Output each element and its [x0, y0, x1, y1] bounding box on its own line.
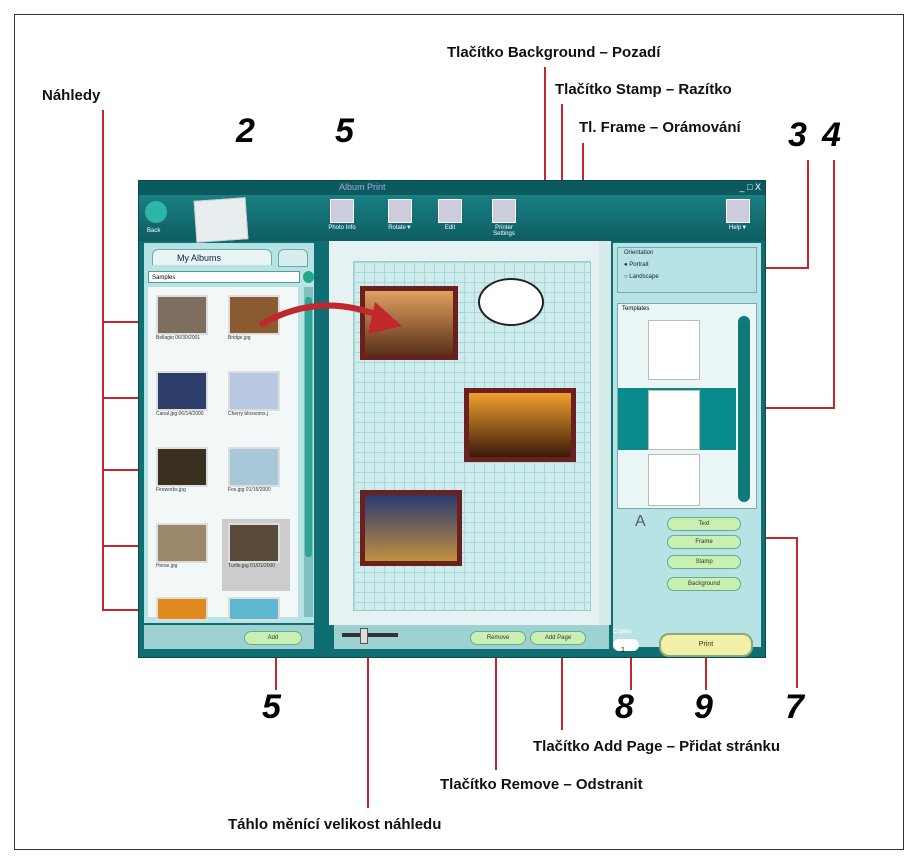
slider-handle[interactable] [360, 628, 368, 644]
add-button[interactable]: Add [244, 631, 302, 645]
left-bottom-bar: Add [144, 625, 314, 649]
help-icon [726, 199, 750, 223]
frame-button[interactable]: Frame [667, 535, 741, 549]
marker-7: 7 [785, 688, 804, 726]
remove-button[interactable]: Remove [470, 631, 526, 645]
templates-group: Templates [617, 303, 757, 509]
stamp-button[interactable]: Stamp [667, 555, 741, 569]
marker-9: 9 [694, 688, 713, 726]
window-controls[interactable]: _ □ X [740, 182, 761, 192]
thumbnail-item[interactable]: Cherry blossoms.j [222, 367, 290, 439]
photo-info-icon [330, 199, 354, 223]
album-select[interactable]: Samples [148, 271, 300, 283]
template-item[interactable] [648, 454, 700, 506]
template-item[interactable] [648, 390, 700, 450]
thumbnail-size-slider[interactable] [342, 633, 398, 637]
app-window: Album Print _ □ X Back Photo Info Rotate… [138, 180, 766, 658]
templates-title: Templates [622, 306, 650, 312]
photo-sunset[interactable] [464, 388, 576, 462]
print-button[interactable]: Print [659, 633, 753, 657]
text-button[interactable]: Text [667, 517, 741, 531]
callout-frame: Tl. Frame – Orámování [579, 119, 741, 136]
photo-info-button[interactable]: Photo Info [327, 199, 357, 231]
printer-settings-icon [492, 199, 516, 223]
marker-5-top: 5 [335, 112, 354, 150]
thumbnail-item[interactable]: Bellagio 06/30/2001 [150, 291, 218, 363]
printer-settings-button[interactable]: Printer Settings [489, 199, 519, 237]
callout-background: Tlačítko Background – Pozadí [447, 44, 661, 61]
template-scrollbar[interactable] [738, 316, 750, 502]
thumbnail-item[interactable]: Canal.jpg 06/14/2000 [150, 367, 218, 439]
help-button[interactable]: Help▼ [723, 199, 753, 231]
album-print-icon [193, 197, 249, 243]
thumbnail-item[interactable] [150, 593, 218, 621]
marker-3: 3 [788, 116, 807, 154]
photo-canal[interactable] [360, 490, 462, 566]
callout-add-page: Tlačítko Add Page – Přidat stránku [533, 738, 781, 755]
title-bar: Album Print _ □ X [139, 181, 765, 195]
drag-arrow-icon [258, 302, 402, 334]
text-icon: A [635, 513, 646, 530]
thumbnail-item[interactable]: Turtle.jpg 01/01/2000 [222, 519, 290, 591]
landscape-radio[interactable]: ○ Landscape [624, 274, 659, 280]
thumbnail-item[interactable]: Horse.jpg [150, 519, 218, 591]
copies-field[interactable]: 1 [613, 639, 639, 654]
marker-5-bottom: 5 [262, 688, 281, 726]
marker-2: 2 [236, 112, 255, 150]
marker-4: 4 [822, 116, 841, 154]
edit-button[interactable]: Edit [435, 199, 465, 231]
back-arrow-icon[interactable] [145, 201, 167, 223]
thumbnail-item[interactable]: Fireworks.jpg [150, 443, 218, 515]
template-item[interactable] [648, 320, 700, 380]
callout-nahledy: Náhledy [42, 87, 101, 104]
right-panel: Orientation ● Portrait ○ Landscape Templ… [613, 243, 761, 647]
callout-slider: Táhlo měnící velikost náhledu [228, 816, 442, 833]
tab-my-albums[interactable]: My Albums [152, 249, 272, 265]
canvas-scrollbar[interactable] [599, 241, 611, 625]
rotate-icon [388, 199, 412, 223]
callout-stamp: Tlačítko Stamp – Razítko [555, 81, 732, 98]
thumbnail-item[interactable] [222, 593, 290, 621]
copies-label: Copies [613, 629, 632, 635]
center-bottom-bar: Remove Add Page [334, 625, 609, 649]
thumbnail-item[interactable]: Fox.jpg 01/15/2000 [222, 443, 290, 515]
portrait-radio[interactable]: ● Portrait [624, 262, 649, 268]
callout-remove: Tlačítko Remove – Odstranit [440, 776, 643, 793]
orientation-group: Orientation ● Portrait ○ Landscape [617, 247, 757, 293]
back-label: Back [147, 228, 161, 234]
speech-bubble[interactable] [478, 278, 544, 326]
window-title: Album Print [339, 182, 386, 192]
edit-icon [438, 199, 462, 223]
toolbar: Back Photo Info Rotate▼ Edit Printer Set… [139, 195, 765, 243]
orientation-title: Orientation [624, 250, 654, 256]
add-page-button[interactable]: Add Page [530, 631, 586, 645]
marker-8: 8 [615, 688, 634, 726]
tab-folders[interactable] [278, 249, 308, 267]
dropdown-icon[interactable] [303, 271, 314, 283]
rotate-button[interactable]: Rotate▼ [385, 199, 415, 231]
background-button[interactable]: Background [667, 577, 741, 591]
